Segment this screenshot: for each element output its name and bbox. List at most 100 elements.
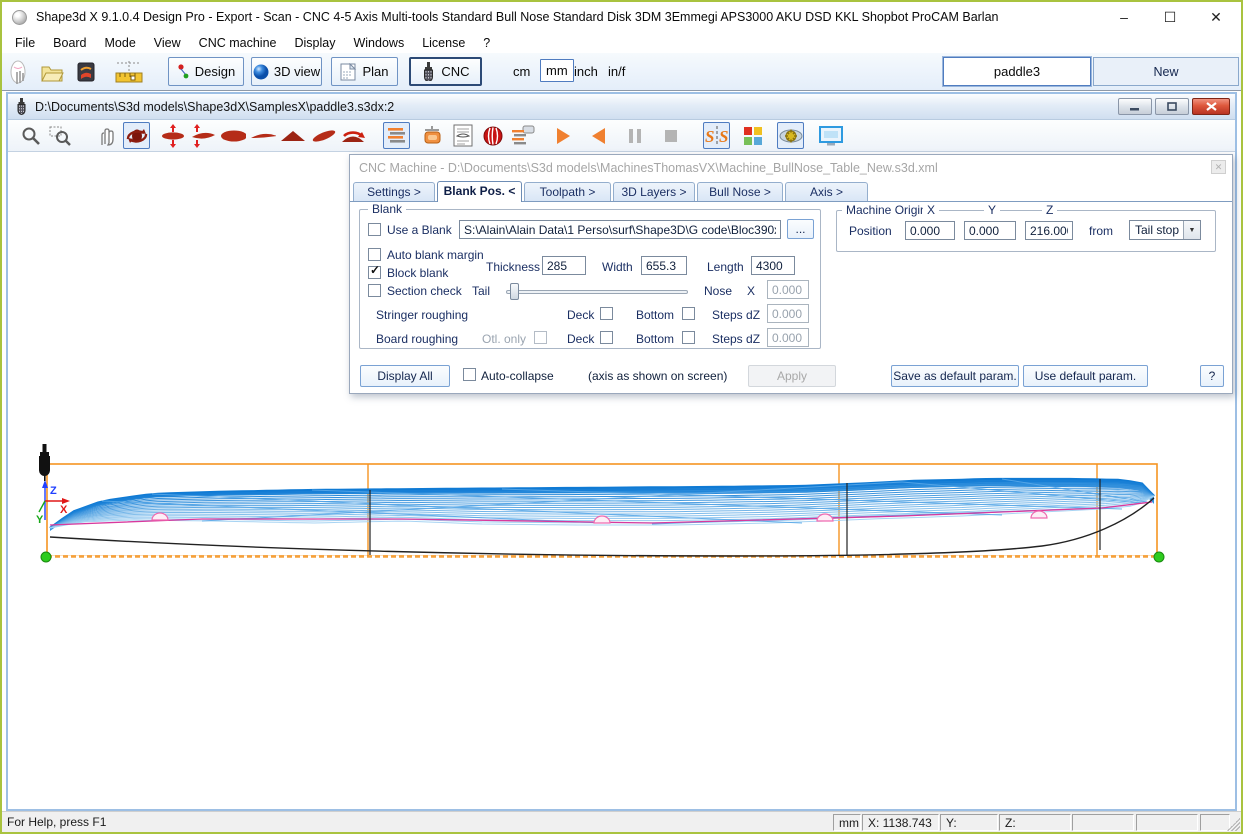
outline-view-icon[interactable]: [219, 122, 246, 149]
unit-mm-selected[interactable]: mm: [540, 59, 574, 82]
origin-z-field[interactable]: [1025, 221, 1073, 240]
zoom-window-icon[interactable]: [47, 122, 74, 149]
new-board-button[interactable]: New: [1093, 57, 1239, 86]
machine-sim-icon[interactable]: [419, 122, 446, 149]
save-default-button[interactable]: Save as default param.: [891, 365, 1019, 387]
browse-blank-button[interactable]: ...: [787, 219, 814, 239]
run-forward-icon[interactable]: [549, 122, 576, 149]
tab-settings[interactable]: Settings >: [353, 182, 435, 201]
origin-y-field[interactable]: [964, 221, 1016, 240]
toolpath-lines-icon[interactable]: [383, 122, 410, 149]
child-minimize-button[interactable]: [1118, 98, 1152, 115]
gcode-file-icon[interactable]: [449, 122, 476, 149]
unit-inch[interactable]: inch: [574, 64, 598, 79]
zoom-in-icon[interactable]: [17, 122, 44, 149]
tab-toolpath[interactable]: Toolpath >: [524, 182, 611, 201]
3d-sphere-icon: [253, 64, 269, 80]
measure-icon[interactable]: [112, 59, 146, 85]
length-field[interactable]: [751, 256, 795, 275]
child-close-button[interactable]: [1192, 98, 1230, 115]
design-mode-button[interactable]: Design: [168, 57, 244, 86]
svg-text:S: S: [719, 127, 728, 146]
auto-blank-margin-checkbox[interactable]: [368, 248, 381, 261]
cutter-bit-icon: [39, 444, 50, 481]
menu-help[interactable]: ?: [474, 34, 499, 52]
section-x-label: X: [747, 284, 755, 298]
model-name-input[interactable]: [943, 57, 1091, 86]
status-empty-1: [1072, 814, 1134, 831]
profile-view-icon[interactable]: [249, 122, 276, 149]
thickness-field[interactable]: [542, 256, 586, 275]
rotate-view-icon[interactable]: [123, 122, 150, 149]
board-machine-settings-icon[interactable]: [777, 122, 804, 149]
cnc-machine-dialog[interactable]: CNC Machine - D:\Documents\S3d models\Ma…: [349, 154, 1233, 394]
adjust-rocker-icon[interactable]: [189, 122, 216, 149]
tab-3d-layers[interactable]: 3D Layers >: [613, 182, 695, 201]
length-label: Length: [707, 260, 744, 274]
child-restore-button[interactable]: [1155, 98, 1189, 115]
3d-view-button[interactable]: 3D view: [251, 57, 322, 86]
menu-view[interactable]: View: [145, 34, 190, 52]
select-board-icon[interactable]: [6, 59, 34, 85]
tab-blank-pos[interactable]: Blank Pos. <: [437, 181, 522, 202]
run-backward-icon[interactable]: [585, 122, 612, 149]
from-dropdown[interactable]: Tail stop ▼: [1129, 220, 1201, 240]
menu-cnc-machine[interactable]: CNC machine: [190, 34, 286, 52]
use-a-blank-checkbox[interactable]: [368, 223, 381, 236]
menu-file[interactable]: File: [6, 34, 44, 52]
unit-inf[interactable]: in/f: [608, 64, 625, 79]
svg-text:Z: Z: [50, 485, 57, 497]
fullscreen-sim-icon[interactable]: [817, 122, 844, 149]
stringer-bottom-checkbox[interactable]: [682, 307, 695, 320]
mirror-toolpath-icon[interactable]: SS: [703, 122, 730, 149]
menu-license[interactable]: License: [413, 34, 474, 52]
document-title-bar[interactable]: D:\Documents\S3d models\Shape3dX\Samples…: [8, 94, 1235, 120]
tab-axis[interactable]: Axis >: [785, 182, 868, 201]
stop-icon[interactable]: [657, 122, 684, 149]
width-field[interactable]: [641, 256, 687, 275]
minimize-button[interactable]: –: [1101, 2, 1147, 32]
auto-collapse-checkbox[interactable]: [463, 368, 476, 381]
3d-view-label: 3D view: [274, 64, 320, 79]
board-deck-checkbox[interactable]: [600, 331, 613, 344]
window-title: Shape3d X 9.1.0.4 Design Pro - Export - …: [36, 10, 999, 24]
layer-colors-icon[interactable]: [739, 122, 766, 149]
menu-mode[interactable]: Mode: [96, 34, 145, 52]
tab-bull-nose[interactable]: Bull Nose >: [697, 182, 783, 201]
close-button[interactable]: ✕: [1193, 2, 1239, 32]
block-blank-checkbox[interactable]: ✓: [368, 266, 381, 279]
stringer-deck-checkbox[interactable]: [600, 307, 613, 320]
menu-board[interactable]: Board: [44, 34, 95, 52]
maximize-button[interactable]: ☐: [1147, 2, 1193, 32]
origin-x-field[interactable]: [905, 221, 955, 240]
speed-sphere-icon[interactable]: [479, 122, 506, 149]
pan-hand-icon[interactable]: [93, 122, 120, 149]
cnc-mode-button[interactable]: CNC: [409, 57, 482, 86]
open-file-icon[interactable]: [38, 59, 66, 85]
unit-cm[interactable]: cm: [513, 64, 530, 79]
resize-grip[interactable]: [1227, 818, 1240, 831]
plan-view-button[interactable]: Plan: [331, 57, 398, 86]
section-slider-thumb[interactable]: [510, 283, 519, 300]
blank-group: Blank Use a Blank ... Auto blank margin …: [359, 209, 821, 349]
section-view-icon[interactable]: [279, 122, 306, 149]
menu-display[interactable]: Display: [285, 34, 344, 52]
dialog-close-icon[interactable]: ✕: [1211, 160, 1226, 174]
adjust-thickness-icon[interactable]: [159, 122, 186, 149]
toolpath-export-icon[interactable]: [509, 122, 536, 149]
perspective-view-icon[interactable]: [309, 122, 336, 149]
flip-board-icon[interactable]: [339, 122, 366, 149]
section-slider[interactable]: [506, 290, 688, 294]
display-all-button[interactable]: Display All: [360, 365, 450, 387]
cnc-bit-icon: [421, 62, 436, 81]
print-icon[interactable]: [72, 59, 100, 85]
section-check-checkbox[interactable]: [368, 284, 381, 297]
chevron-down-icon[interactable]: ▼: [1183, 221, 1200, 239]
help-button[interactable]: ?: [1200, 365, 1224, 387]
pause-icon[interactable]: [621, 122, 648, 149]
menu-windows[interactable]: Windows: [344, 34, 413, 52]
use-default-button[interactable]: Use default param.: [1023, 365, 1148, 387]
blank-path-field[interactable]: [459, 220, 781, 239]
use-a-blank-label: Use a Blank: [387, 223, 452, 237]
board-bottom-checkbox[interactable]: [682, 331, 695, 344]
